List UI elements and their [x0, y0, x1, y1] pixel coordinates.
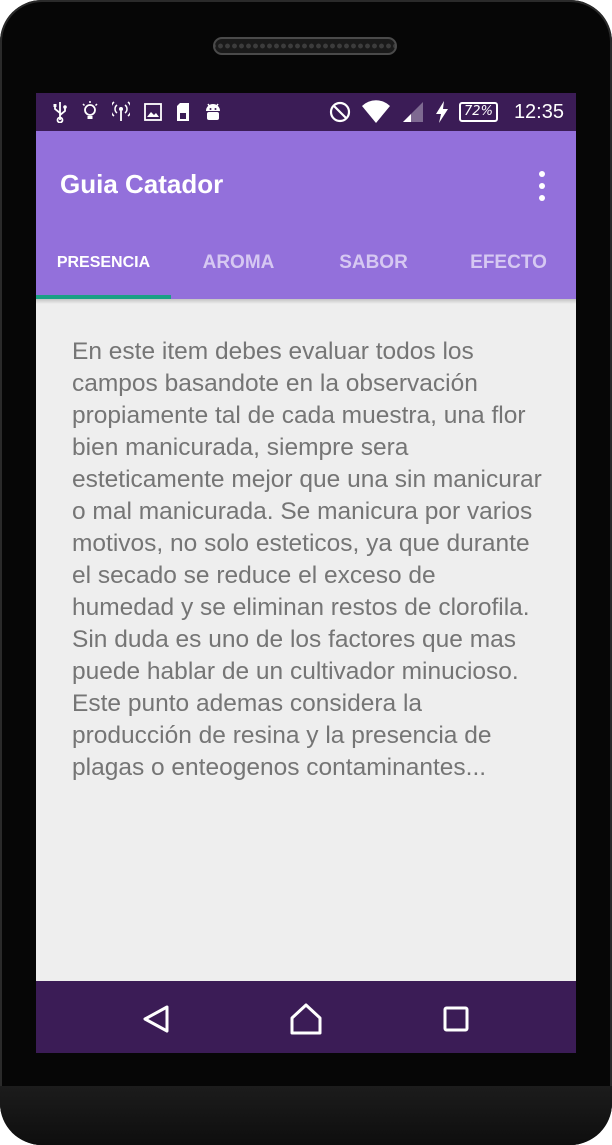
- app-bar: Guia Catador PRESENCIA AROMA SABOR EFECT…: [36, 131, 576, 299]
- battery-level: 72%: [459, 102, 498, 122]
- sd-card-icon: [176, 102, 190, 122]
- navigation-bar: [36, 981, 576, 1053]
- lightbulb-icon: [82, 101, 98, 123]
- app-title: Guia Catador: [60, 169, 224, 199]
- tab-sabor[interactable]: SABOR: [306, 227, 441, 299]
- tab-label: PRESENCIA: [56, 254, 151, 271]
- screen: 72% 12:35 Guia Catador PRESENCIA AROMA S…: [36, 93, 576, 1053]
- description-text: En este item debes evaluar todos los cam…: [72, 338, 542, 781]
- status-icons-left: [52, 100, 222, 124]
- back-icon[interactable]: [137, 999, 177, 1039]
- tab-presencia[interactable]: PRESENCIA: [36, 227, 171, 299]
- status-bar: 72% 12:35: [36, 93, 576, 131]
- tab-bar: PRESENCIA AROMA SABOR EFECTO: [36, 227, 576, 299]
- wifi-icon: [361, 100, 391, 124]
- android-icon: [204, 101, 222, 123]
- hotspot-icon: [112, 101, 130, 123]
- do-not-disturb-icon: [329, 101, 351, 123]
- phone-chin: [0, 1086, 612, 1145]
- usb-icon: [52, 101, 68, 123]
- home-icon[interactable]: [286, 999, 326, 1039]
- cell-signal-icon: [401, 100, 425, 124]
- image-icon: [144, 103, 162, 121]
- tab-label: AROMA: [202, 252, 275, 273]
- tab-aroma[interactable]: AROMA: [171, 227, 306, 299]
- charging-icon: [435, 101, 449, 123]
- tab-label: EFECTO: [470, 252, 547, 273]
- tab-label: SABOR: [339, 252, 408, 273]
- phone-frame: 72% 12:35 Guia Catador PRESENCIA AROMA S…: [0, 0, 612, 1145]
- status-icons-right: 72% 12:35: [329, 93, 564, 131]
- clock: 12:35: [513, 100, 564, 123]
- app-bar-shadow: [36, 299, 576, 304]
- speaker-grille: [213, 37, 397, 55]
- more-vert-icon[interactable]: [532, 171, 552, 201]
- recents-icon[interactable]: [436, 999, 476, 1039]
- tab-efecto[interactable]: EFECTO: [441, 227, 576, 299]
